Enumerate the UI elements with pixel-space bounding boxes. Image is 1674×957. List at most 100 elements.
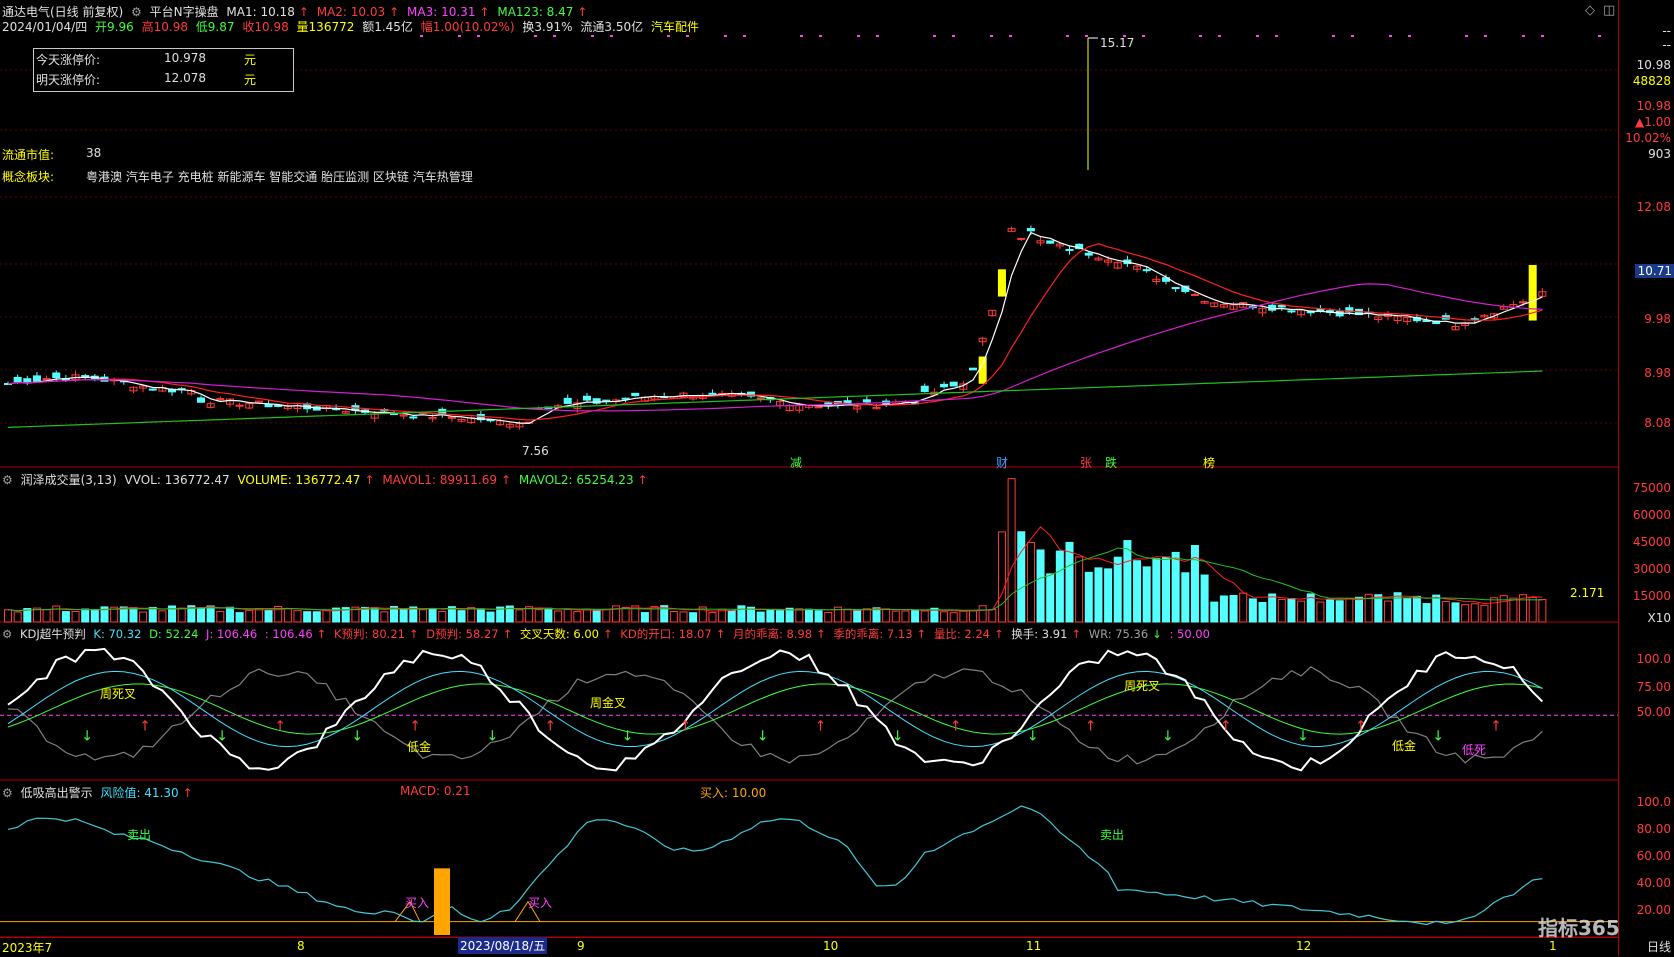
kdj-j: J: 106.46	[206, 627, 258, 641]
kdj-settings-icon[interactable]: ⚙	[2, 627, 12, 641]
candle-body	[969, 367, 977, 371]
volume-bar	[814, 610, 823, 623]
signal-dot	[1465, 35, 1468, 37]
date-label: 12	[1296, 939, 1312, 953]
volume-bar	[1200, 574, 1209, 623]
up-arrow-icon: ↑	[544, 718, 556, 734]
kdj-annotation: 周死叉	[100, 687, 137, 701]
volume-bar	[1403, 598, 1412, 623]
volume-bar	[1258, 601, 1267, 623]
event-marker[interactable]: 跌	[1105, 454, 1117, 471]
down-arrow-icon: ↓	[216, 728, 228, 744]
float-cap-value: 38	[86, 146, 102, 160]
event-marker[interactable]: 张	[1080, 454, 1092, 471]
vol-tick-label: 60000	[1632, 508, 1671, 522]
kdj-tick-label: 100.0	[1636, 652, 1671, 666]
signal-dot	[1484, 35, 1487, 37]
volume-bar	[1287, 598, 1296, 623]
date-axis[interactable]	[0, 937, 1618, 957]
risk-settings-icon[interactable]: ⚙	[2, 786, 13, 800]
kdj-extra: : 50.00	[1169, 627, 1210, 641]
price-axis[interactable]: -- -- 10.98 48828 10.98 ▲1.00 10.02% 903…	[1618, 0, 1674, 956]
ma1-value: MA1: 10.18	[226, 5, 295, 19]
volume-bar	[312, 611, 321, 623]
up-arrow-icon: ↑	[1085, 718, 1097, 734]
vol-tick-label: 15000	[1632, 589, 1671, 603]
axis-tick-label: 8.98	[1644, 366, 1671, 380]
quote-change: 幅1.00(10.02%)	[420, 20, 515, 34]
volume-bar	[1345, 597, 1354, 623]
up-arrow-icon: ↑	[680, 718, 692, 734]
risk-tick-label: 80.00	[1636, 822, 1671, 836]
risk-buy: 买入: 10.00	[700, 786, 767, 800]
volume-panel-title[interactable]: 润泽成交量(3,13)	[21, 473, 117, 487]
formula-settings-icon[interactable]: ⚙	[131, 5, 142, 19]
up-arrow-icon: ↑	[274, 718, 286, 734]
axis-change-val: 10.98	[1636, 99, 1671, 113]
volume-bar	[727, 610, 736, 623]
volume-bar	[1383, 600, 1392, 623]
signal-dot	[553, 35, 556, 37]
volume-bar	[158, 610, 167, 623]
candle-body	[409, 416, 418, 419]
formula-name[interactable]: 平台N字操盘	[150, 5, 219, 19]
kdj-d: D: 52.24	[149, 627, 199, 641]
down-arrow-icon: ↓	[1432, 728, 1444, 744]
signal-dot	[591, 35, 594, 37]
volume-bar	[708, 612, 717, 623]
kdj-panel-title[interactable]: KDJ超牛预判	[20, 627, 86, 641]
up-arrow-icon: ↑	[1071, 627, 1082, 641]
volume-bar	[1490, 597, 1499, 623]
chart-area[interactable]: ↓ ↑ ↓ ↑ ↓ ↑ ↓ ↑ ↓ ↑ ↓ ↑ ↓ ↑ ↓ ↑ ↓ ↑ ↓ ↑ ↓ ↑ 通达电气(日线 前复权) ⚙ 平台…	[0, 0, 1618, 956]
period-label[interactable]: 日线	[1647, 938, 1671, 955]
date-label: 2023年7	[2, 941, 53, 955]
event-marker[interactable]: 财	[996, 454, 1008, 471]
volume-bar	[1084, 571, 1093, 623]
kdj-annotation: 低金	[1392, 739, 1417, 753]
kdj-panel-header: ⚙ KDJ超牛预判 K: 70.32 D: 52.24 J: 106.46 : …	[2, 626, 1214, 642]
up-arrow-icon: ↑	[715, 627, 726, 641]
diamond-icon[interactable]: ◇	[1585, 3, 1595, 18]
ma1-line	[7, 231, 1543, 425]
up-arrow-icon: ↑	[815, 718, 827, 734]
kdj-tick-label: 50.00	[1636, 705, 1671, 719]
kdj-d-pred: D预判: 58.27	[426, 627, 499, 641]
up-arrow-icon: ↑	[316, 627, 327, 641]
date-label: 9	[577, 939, 585, 953]
kdj-k: K: 70.32	[93, 627, 142, 641]
window-toggle-icon[interactable]: ◫	[1603, 3, 1615, 18]
volume-bar	[1055, 550, 1064, 623]
kdj-annotation: 低金	[407, 740, 432, 754]
quote-sector[interactable]: 汽车配件	[651, 20, 699, 34]
event-marker[interactable]: 榜	[1203, 454, 1215, 471]
candle-body	[1287, 310, 1296, 313]
volume-bar	[573, 611, 582, 623]
volume-bar	[177, 607, 186, 623]
volume-bar	[1123, 540, 1132, 623]
signal-dot	[1351, 35, 1354, 37]
risk-annotation: 卖出	[1100, 828, 1125, 842]
kdj-j2: : 106.46	[264, 627, 313, 641]
volume-bar	[1277, 598, 1286, 623]
stock-title[interactable]: 通达电气(日线 前复权)	[2, 5, 123, 19]
mavol2-value: MAVOL2: 65254.23	[518, 473, 634, 487]
volume-bar	[283, 608, 292, 623]
signal-dot	[1066, 35, 1069, 37]
volume-bar	[129, 607, 138, 623]
volume-settings-icon[interactable]: ⚙	[2, 473, 13, 487]
kdj-annotation: 周金叉	[590, 696, 627, 710]
mavol1-value: MAVOL1: 89911.69	[382, 473, 498, 487]
kdj-kd-open: KD的开口: 18.07	[620, 627, 712, 641]
up-arrow-icon: ↑	[501, 473, 512, 487]
volume-bar	[1393, 592, 1402, 623]
volume-bar	[920, 610, 929, 623]
candle-body	[1142, 269, 1151, 272]
date-label: 1	[1549, 939, 1557, 953]
volume-bar	[380, 611, 389, 623]
vvol-value: VVOL: 136772.47	[124, 473, 230, 487]
event-marker[interactable]: 减	[790, 454, 802, 471]
today-limit-unit: 元	[244, 53, 257, 67]
volume-bar	[766, 609, 775, 623]
candle-body	[42, 378, 51, 381]
risk-panel-title[interactable]: 低吸高出警示	[21, 786, 93, 800]
